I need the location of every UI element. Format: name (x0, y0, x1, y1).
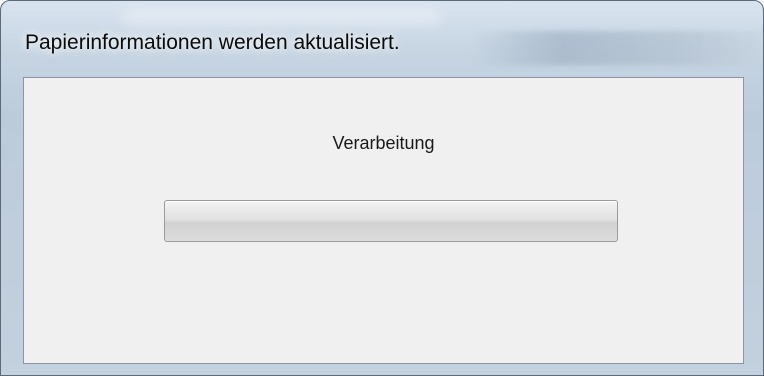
progress-bar (164, 200, 618, 242)
dialog-content: Verarbeitung (23, 77, 744, 364)
glass-background (471, 31, 763, 65)
window-title: Papierinformationen werden aktualisiert. (25, 31, 400, 54)
dialog-window: Papierinformationen werden aktualisiert.… (0, 0, 764, 376)
glass-highlight (121, 9, 441, 25)
title-bar[interactable]: Papierinformationen werden aktualisiert. (1, 1, 763, 77)
status-label: Verarbeitung (332, 133, 435, 153)
